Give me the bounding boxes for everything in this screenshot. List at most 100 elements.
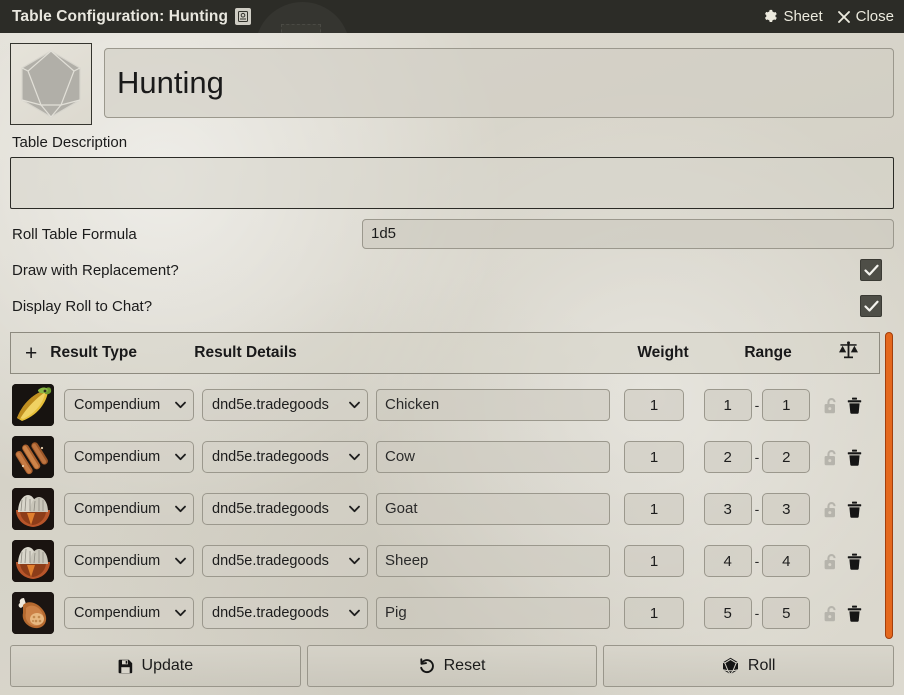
result-range-low-input[interactable]: 2: [704, 441, 752, 473]
result-source-select[interactable]: dnd5e.tradegoods: [202, 545, 368, 577]
result-type-select[interactable]: Compendium: [64, 545, 194, 577]
result-details-input[interactable]: Sheep: [376, 545, 610, 577]
result-source-select[interactable]: dnd5e.tradegoods: [202, 441, 368, 473]
range-separator: -: [755, 553, 760, 569]
result-range-high-input[interactable]: 3: [762, 493, 810, 525]
result-type-select[interactable]: Compendium: [64, 493, 194, 525]
result-source-value: dnd5e.tradegoods: [212, 449, 329, 465]
corn-cob-icon: [12, 384, 54, 426]
result-image-thumbnail[interactable]: [12, 384, 54, 426]
sheet-button[interactable]: Sheet: [763, 8, 822, 25]
table-name-input[interactable]: Hunting: [104, 48, 894, 118]
fur-pelt-icon: [12, 488, 54, 530]
close-button[interactable]: Close: [837, 8, 894, 25]
result-range-low-input[interactable]: 4: [704, 545, 752, 577]
results-scrollbar-thumb[interactable]: [885, 332, 893, 639]
chevron-down-icon: [169, 557, 186, 565]
roll-button[interactable]: Roll: [603, 645, 894, 687]
draw-replacement-checkbox[interactable]: [860, 259, 882, 281]
result-weight-input[interactable]: 1: [624, 493, 684, 525]
result-type-select[interactable]: Compendium: [64, 389, 194, 421]
result-details-input[interactable]: Cow: [376, 441, 610, 473]
result-weight-input[interactable]: 1: [624, 545, 684, 577]
column-header-range: Range: [709, 344, 827, 362]
table-row: Compendium dnd5e.tradegoods Pig 1 5 - 5: [10, 587, 880, 639]
result-range-group: 2 - 2: [698, 441, 816, 473]
sheet-button-label: Sheet: [783, 8, 822, 25]
window-titlebar: Table Configuration: Hunting Sheet Close: [0, 0, 904, 33]
results-header-row: + Result Type Result Details Weight Rang…: [10, 332, 880, 374]
result-image-thumbnail[interactable]: [12, 436, 54, 478]
range-separator: -: [755, 501, 760, 517]
result-source-select[interactable]: dnd5e.tradegoods: [202, 597, 368, 629]
unlocked-padlock-icon[interactable]: [824, 449, 839, 466]
range-separator: -: [755, 605, 760, 621]
roll-formula-input[interactable]: 1d5: [362, 219, 894, 249]
result-details-input[interactable]: Chicken: [376, 389, 610, 421]
chevron-down-icon: [343, 557, 360, 565]
roll-button-label: Roll: [748, 657, 776, 675]
result-controls: [822, 501, 880, 518]
results-scrollbar[interactable]: [885, 332, 893, 639]
reset-button[interactable]: Reset: [307, 645, 598, 687]
close-icon: [837, 10, 851, 24]
gear-icon: [763, 9, 778, 24]
result-details-input[interactable]: Pig: [376, 597, 610, 629]
column-header-result-details: Result Details: [194, 344, 617, 362]
result-controls: [822, 449, 880, 466]
result-range-high-input[interactable]: 5: [762, 597, 810, 629]
draw-replacement-row: Draw with Replacement?: [10, 254, 894, 286]
result-type-select[interactable]: Compendium: [64, 441, 194, 473]
table-image-thumbnail[interactable]: [10, 43, 92, 125]
unlocked-padlock-icon[interactable]: [824, 605, 839, 622]
d20-die-icon: [722, 657, 739, 675]
result-source-value: dnd5e.tradegoods: [212, 397, 329, 413]
result-image-thumbnail[interactable]: [12, 592, 54, 634]
chevron-down-icon: [169, 609, 186, 617]
table-description-textarea[interactable]: [10, 157, 894, 209]
results-panel: + Result Type Result Details Weight Rang…: [10, 332, 894, 639]
range-separator: -: [755, 397, 760, 413]
result-type-value: Compendium: [74, 501, 160, 517]
result-range-low-input[interactable]: 5: [704, 597, 752, 629]
result-range-low-input[interactable]: 1: [704, 389, 752, 421]
roll-formula-row: Roll Table Formula 1d5: [10, 218, 894, 250]
result-type-select[interactable]: Compendium: [64, 597, 194, 629]
update-button[interactable]: Update: [10, 645, 301, 687]
table-config-form: Hunting Table Description Roll Table For…: [0, 33, 904, 695]
trash-icon[interactable]: [847, 553, 862, 570]
d20-die-icon: [18, 49, 84, 119]
column-header-result-type: Result Type: [50, 344, 194, 362]
result-weight-input[interactable]: 1: [624, 441, 684, 473]
result-image-thumbnail[interactable]: [12, 488, 54, 530]
trash-icon[interactable]: [847, 605, 862, 622]
close-button-label: Close: [856, 8, 894, 25]
result-weight-input[interactable]: 1: [624, 597, 684, 629]
result-type-value: Compendium: [74, 449, 160, 465]
fur-pelt-icon: [12, 540, 54, 582]
result-range-high-input[interactable]: 1: [762, 389, 810, 421]
result-source-select[interactable]: dnd5e.tradegoods: [202, 493, 368, 525]
result-image-thumbnail[interactable]: [12, 540, 54, 582]
result-details-input[interactable]: Goat: [376, 493, 610, 525]
check-icon: [864, 264, 879, 277]
result-range-low-input[interactable]: 3: [704, 493, 752, 525]
trash-icon[interactable]: [847, 501, 862, 518]
trash-icon[interactable]: [847, 397, 862, 414]
normalize-weights-button[interactable]: [827, 341, 869, 365]
result-weight-input[interactable]: 1: [624, 389, 684, 421]
result-range-high-input[interactable]: 2: [762, 441, 810, 473]
result-type-value: Compendium: [74, 553, 160, 569]
unlocked-padlock-icon[interactable]: [824, 501, 839, 518]
unlocked-padlock-icon[interactable]: [824, 553, 839, 570]
trash-icon[interactable]: [847, 449, 862, 466]
unlocked-padlock-icon[interactable]: [824, 397, 839, 414]
display-chat-row: Display Roll to Chat?: [10, 290, 894, 322]
result-range-high-input[interactable]: 4: [762, 545, 810, 577]
undo-icon: [419, 658, 435, 674]
add-result-button[interactable]: +: [25, 343, 37, 364]
ham-leg-icon: [12, 592, 54, 634]
table-row: Compendium dnd5e.tradegoods Cow 1 2 - 2: [10, 431, 880, 483]
display-chat-checkbox[interactable]: [860, 295, 882, 317]
result-source-select[interactable]: dnd5e.tradegoods: [202, 389, 368, 421]
